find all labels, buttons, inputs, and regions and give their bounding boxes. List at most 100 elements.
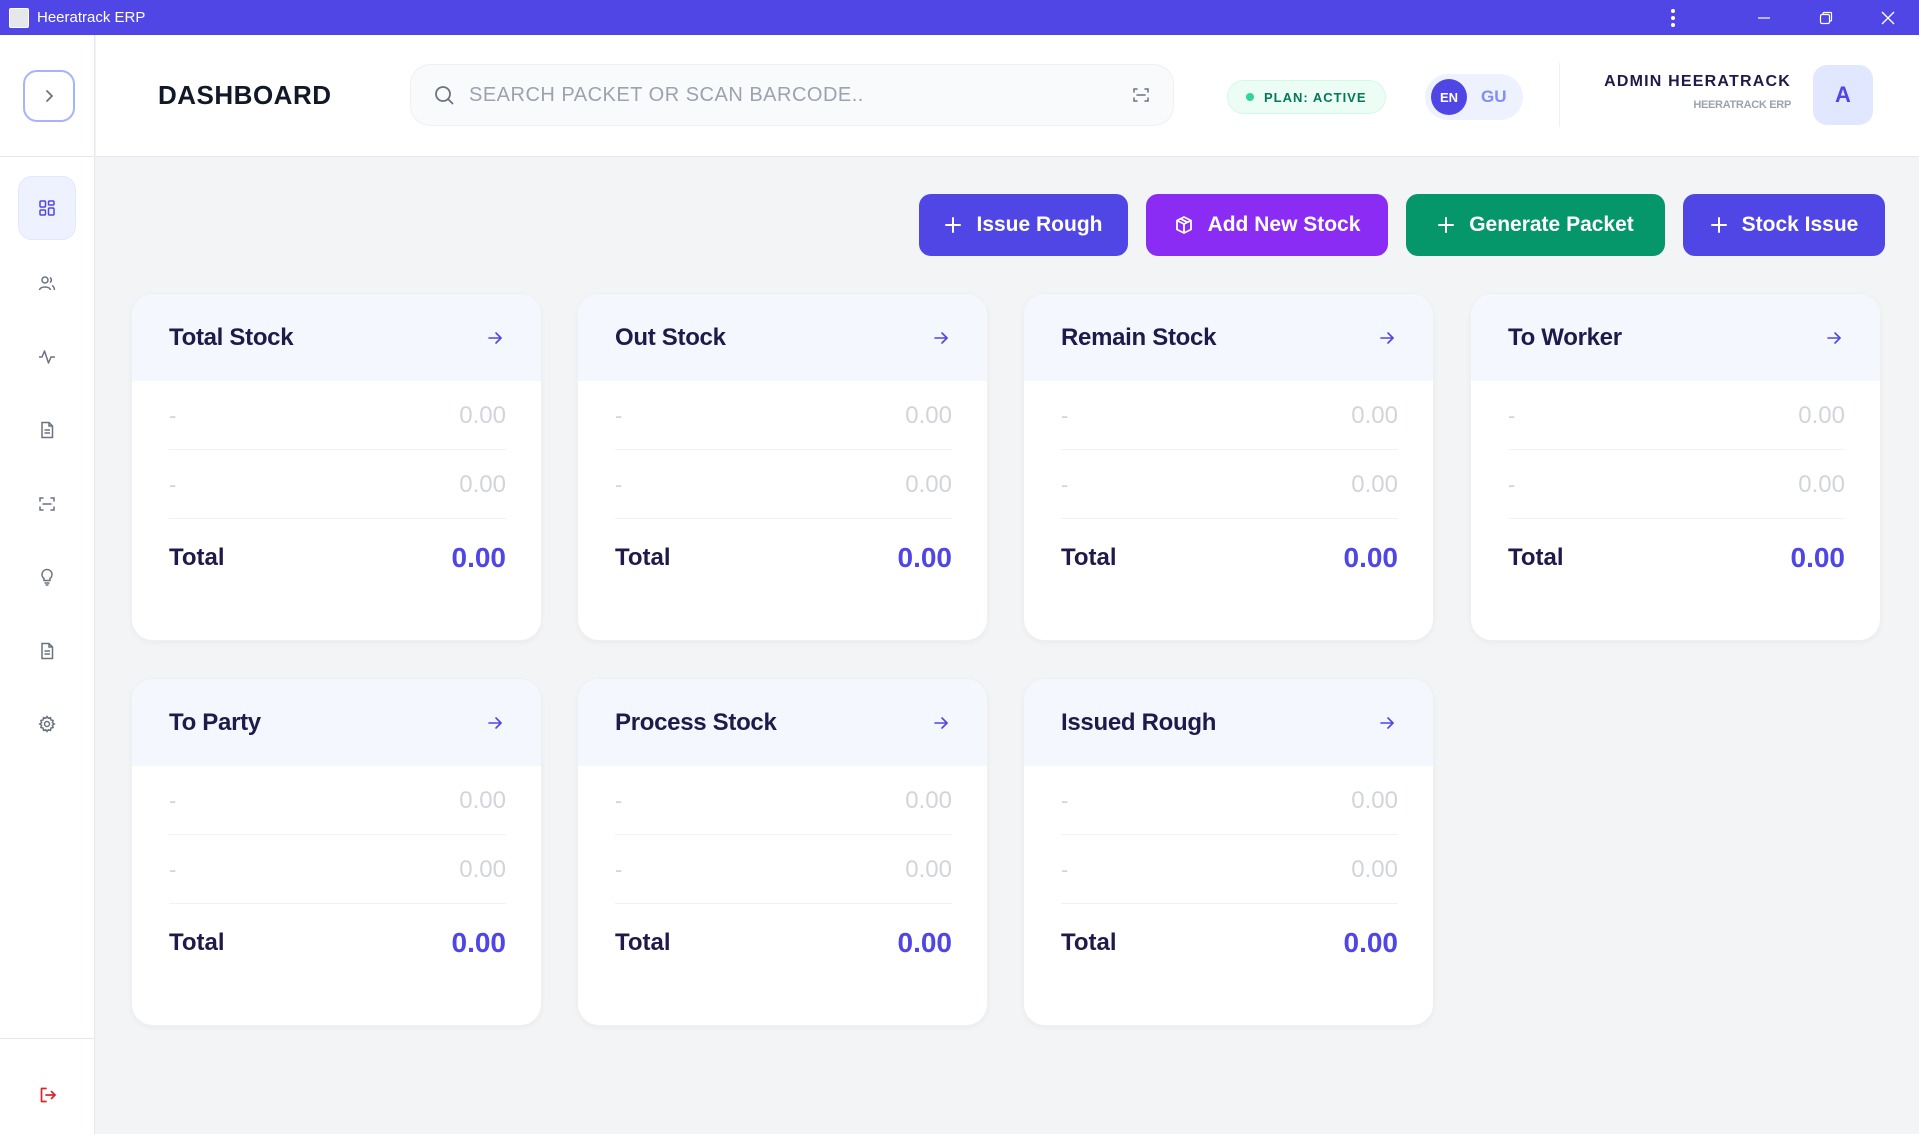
card-row: - 0.00 (615, 836, 952, 904)
activity-icon (37, 347, 57, 367)
sidebar (0, 35, 95, 1134)
card-total-row: Total 0.00 (1061, 909, 1398, 977)
row-label: - (169, 402, 177, 428)
stock-card: Total Stock - 0.00 - 0.00 Total 0.00 (131, 293, 542, 641)
row-label: - (169, 856, 177, 882)
user-info: ADMIN HEERATRACK HEERATRACK ERP (1604, 73, 1791, 111)
stock-card: Remain Stock - 0.00 - 0.00 Total 0.00 (1023, 293, 1434, 641)
chevron-right-icon (39, 86, 59, 106)
card-total-row: Total 0.00 (169, 909, 506, 977)
card-row: - 0.00 (1508, 382, 1845, 450)
row-label: - (169, 471, 177, 497)
card-row: - 0.00 (1508, 451, 1845, 519)
sidebar-toggle-button[interactable] (23, 70, 75, 122)
card-title: To Worker (1508, 323, 1622, 351)
row-label: - (1061, 787, 1069, 813)
row-value: 0.00 (459, 855, 506, 883)
total-value: 0.00 (451, 542, 507, 573)
total-value: 0.00 (897, 927, 953, 958)
stock-issue-label: Stock Issue (1741, 213, 1859, 236)
total-label: Total (169, 544, 225, 571)
sidebar-item-scan[interactable] (18, 472, 76, 536)
top-header: DASHBOARD PLAN: ACTIVE EN GU ADMIN HEERA… (96, 35, 1919, 157)
add-new-stock-button[interactable]: Add New Stock (1146, 194, 1388, 256)
header-divider (1559, 63, 1560, 127)
search-bar (410, 64, 1174, 126)
row-value: 0.00 (1351, 855, 1398, 883)
issue-rough-button[interactable]: Issue Rough (919, 194, 1128, 256)
issue-rough-label: Issue Rough (976, 213, 1103, 236)
row-value: 0.00 (1798, 470, 1845, 498)
sidebar-item-documents[interactable] (18, 398, 76, 462)
close-button[interactable] (1857, 0, 1919, 35)
stock-card: Out Stock - 0.00 - 0.00 Total 0.00 (577, 293, 988, 641)
sidebar-item-users[interactable] (18, 251, 76, 315)
arrow-right-icon[interactable] (1378, 714, 1396, 732)
row-label: - (1061, 856, 1069, 882)
minimize-button[interactable] (1733, 0, 1795, 35)
report-icon (37, 641, 57, 661)
card-header: Out Stock (578, 294, 987, 381)
sidebar-item-settings[interactable] (18, 692, 76, 756)
total-label: Total (615, 929, 671, 956)
stock-card: Issued Rough - 0.00 - 0.00 Total 0.00 (1023, 678, 1434, 1026)
card-title: Remain Stock (1061, 323, 1217, 351)
sidebar-item-dashboard[interactable] (18, 176, 76, 240)
arrow-right-icon[interactable] (932, 329, 950, 347)
sidebar-divider (0, 156, 95, 157)
stock-card: To Party - 0.00 - 0.00 Total 0.00 (131, 678, 542, 1026)
search-input[interactable] (469, 83, 1109, 107)
stock-card: To Worker - 0.00 - 0.00 Total 0.00 (1470, 293, 1881, 641)
sidebar-item-reports[interactable] (18, 619, 76, 683)
plus-icon (1437, 216, 1455, 234)
card-header: Issued Rough (1024, 679, 1433, 766)
plus-icon (1710, 216, 1728, 234)
row-value: 0.00 (1798, 401, 1845, 429)
sidebar-item-activity[interactable] (18, 325, 76, 389)
card-row: - 0.00 (1061, 767, 1398, 835)
generate-packet-button[interactable]: Generate Packet (1406, 194, 1665, 256)
sidebar-bottom-divider (0, 1038, 95, 1039)
arrow-right-icon[interactable] (486, 329, 504, 347)
app-logo-icon (9, 7, 29, 28)
sidebar-item-ideas[interactable] (18, 545, 76, 609)
avatar[interactable]: A (1813, 65, 1873, 125)
lang-en-button[interactable]: EN (1431, 79, 1467, 115)
row-label: - (169, 787, 177, 813)
arrow-right-icon[interactable] (932, 714, 950, 732)
total-value: 0.00 (1343, 927, 1399, 958)
card-total-row: Total 0.00 (615, 909, 952, 977)
document-icon (37, 420, 57, 440)
card-row: - 0.00 (1061, 836, 1398, 904)
lang-gu-button[interactable]: GU (1475, 87, 1513, 107)
row-value: 0.00 (905, 786, 952, 814)
total-value: 0.00 (897, 542, 953, 573)
card-row: - 0.00 (169, 382, 506, 450)
arrow-right-icon[interactable] (1378, 329, 1396, 347)
users-icon (37, 273, 57, 293)
card-header: Remain Stock (1024, 294, 1433, 381)
row-value: 0.00 (905, 401, 952, 429)
card-header: To Worker (1471, 294, 1880, 381)
row-value: 0.00 (459, 786, 506, 814)
card-header: Total Stock (132, 294, 541, 381)
barcode-scan-icon[interactable] (1131, 85, 1151, 105)
stock-issue-button[interactable]: Stock Issue (1683, 194, 1885, 256)
lightbulb-icon (37, 567, 57, 587)
total-value: 0.00 (1790, 542, 1846, 573)
row-value: 0.00 (905, 470, 952, 498)
restore-button[interactable] (1795, 0, 1857, 35)
card-title: Issued Rough (1061, 708, 1217, 736)
arrow-right-icon[interactable] (1825, 329, 1843, 347)
search-icon (433, 84, 455, 106)
logout-button[interactable] (28, 1075, 68, 1115)
total-label: Total (1061, 544, 1117, 571)
row-label: - (615, 787, 623, 813)
more-options-icon[interactable] (1653, 8, 1693, 27)
row-label: - (615, 856, 623, 882)
arrow-right-icon[interactable] (486, 714, 504, 732)
card-total-row: Total 0.00 (1508, 524, 1845, 592)
card-header: To Party (132, 679, 541, 766)
package-icon (1174, 215, 1194, 235)
window-titlebar: Heeratrack ERP (0, 0, 1919, 35)
